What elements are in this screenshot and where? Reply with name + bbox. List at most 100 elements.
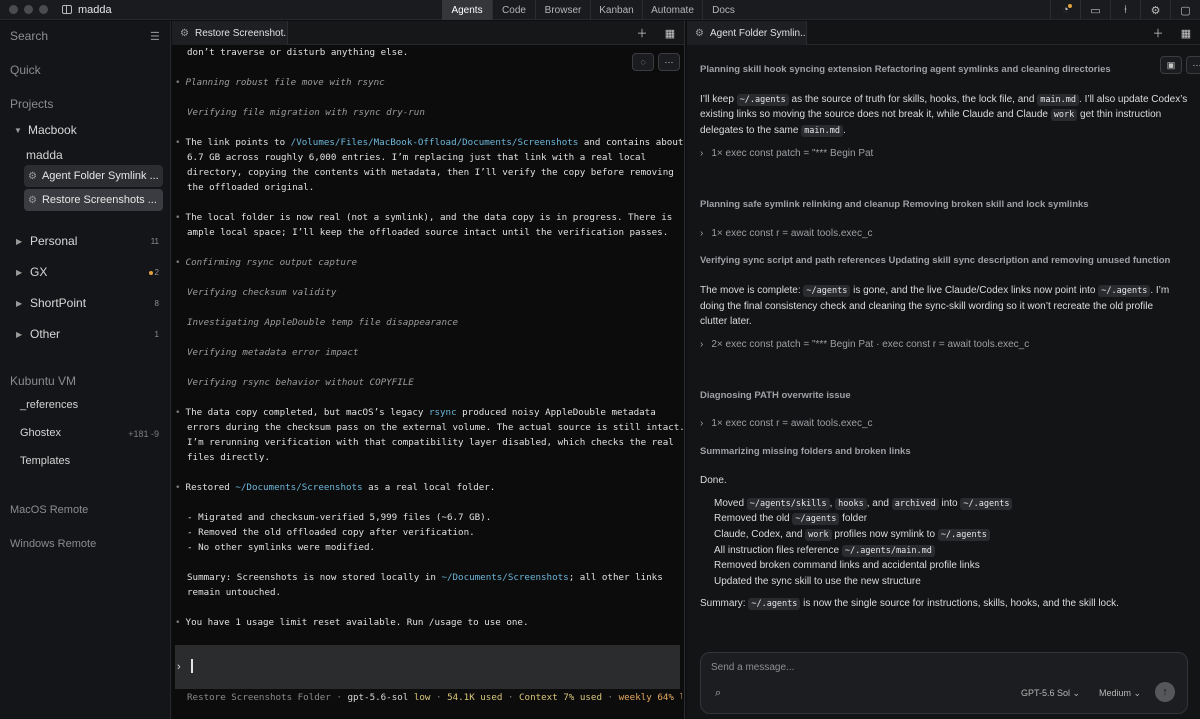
list-item: Moved ~/agents/skills, hooks, and archiv… <box>714 496 1013 512</box>
sidebar-item-ghostex[interactable]: Ghostex <box>20 427 61 439</box>
terminal-line: ample local space; I’ll keep the offload… <box>187 227 669 238</box>
terminal-line: 6.7 GB across roughly 6,000 entries. I’m… <box>187 152 647 163</box>
terminal-line: - Migrated and checksum-verified 5,999 f… <box>187 512 492 523</box>
tab-browser[interactable]: Browser <box>535 0 590 20</box>
main-nav: Agents Code Browser Kanban Automate Docs <box>442 0 744 20</box>
message-composer: Send a message... ⌕ GPT-5.6 Sol ⌄ Medium… <box>700 652 1188 714</box>
chevron-right-icon: › <box>700 148 704 159</box>
sidebar-item-macbook[interactable]: ▼ Macbook <box>14 123 77 137</box>
grid-icon[interactable]: ▦ <box>1172 21 1200 45</box>
sidebar-item-references[interactable]: _references <box>20 399 78 411</box>
chevron-right-icon: ▶ <box>16 236 23 246</box>
chevron-right-icon: ▶ <box>16 267 23 277</box>
terminal-line: • Confirming rsync output capture <box>175 257 358 268</box>
terminal-input[interactable]: › <box>175 645 680 689</box>
tab-agent-folder-symlink[interactable]: ⚙ Agent Folder Symlin... <box>687 21 807 45</box>
terminal-icon[interactable]: ▣ <box>1160 56 1182 74</box>
zoom-window-button[interactable] <box>39 5 48 14</box>
sidebar-item-windows-remote[interactable]: Windows Remote <box>10 538 96 550</box>
layout-icon[interactable]: ▢ <box>1170 0 1200 20</box>
sidebar-item-madda[interactable]: madda <box>26 148 63 162</box>
pin-icon[interactable]: ⍿ <box>1110 0 1140 20</box>
pane-header: ⚙ Restore Screenshot... ＋ ▦ <box>172 21 684 45</box>
sidebar-item-shortpoint[interactable]: ▶ ShortPoint <box>16 296 86 310</box>
thinking-heading: Diagnosing PATH overwrite issue <box>700 390 851 401</box>
terminal-line: don’t traverse or disturb anything else. <box>187 47 409 58</box>
more-icon[interactable]: ⋯ <box>1186 56 1200 74</box>
sidebar-item-gx[interactable]: ▶ GX <box>16 265 47 279</box>
summary-text: Summary: ~/.agents is now the single sou… <box>700 598 1119 610</box>
monitor-icon[interactable]: ▭ <box>1080 0 1110 20</box>
effort-select[interactable]: Medium ⌄ <box>1099 688 1141 699</box>
tokens-used: 54.1K used <box>447 692 503 703</box>
new-tab-icon[interactable]: ＋ <box>1144 21 1172 45</box>
tab-agents[interactable]: Agents <box>442 0 492 20</box>
tool-call-row[interactable]: › 2× exec const patch = "*** Begin Pat · … <box>700 337 1029 352</box>
tab-code[interactable]: Code <box>492 0 535 20</box>
sidebar-toggle-icon[interactable] <box>62 5 72 14</box>
gear-icon[interactable]: ⚙ <box>1140 0 1170 20</box>
send-button[interactable]: ↑ <box>1155 682 1175 702</box>
sidebar-item-macos-remote[interactable]: MacOS Remote <box>10 504 88 516</box>
sidebar-item-other[interactable]: ▶ Other <box>16 327 60 341</box>
tab-docs[interactable]: Docs <box>702 0 744 20</box>
terminal-line: • The link points to /Volumes/Files/MacBo… <box>175 137 684 148</box>
message-text: delegates to the same main.md. <box>700 125 846 137</box>
new-tab-icon[interactable]: ＋ <box>628 21 656 45</box>
session-name: Restore Screenshots Folder <box>187 692 331 703</box>
thinking-heading: Verifying sync script and path reference… <box>700 255 1171 266</box>
session-icon: ⚙ <box>695 27 704 39</box>
tab-restore-screenshots[interactable]: ⚙ Restore Screenshot... <box>172 21 288 45</box>
list-item: Removed broken command links and acciden… <box>714 560 980 571</box>
list-item: Removed the old ~/agents folder <box>714 513 868 525</box>
paperclip-icon[interactable]: ⌕ <box>715 687 721 700</box>
sidebar-item-personal[interactable]: ▶ Personal <box>16 234 77 248</box>
pane-actions: ＋ ▦ <box>628 21 684 45</box>
terminal-line: the offloaded original. <box>187 182 315 193</box>
text-cursor <box>191 659 193 673</box>
pane-header: ⚙ Agent Folder Symlin... ＋ ▦ <box>687 21 1200 45</box>
session-restore-screenshots[interactable]: ⚙ Restore Screenshots ... <box>24 189 163 211</box>
minimize-window-button[interactable] <box>24 5 33 14</box>
search-input[interactable]: Search <box>10 29 48 43</box>
terminal-line: • The local folder is now real (not a sym… <box>175 212 673 223</box>
window-controls <box>9 5 48 14</box>
message-text: I’ll keep ~/.agents as the source of tru… <box>700 94 1188 106</box>
close-window-button[interactable] <box>9 5 18 14</box>
count-badge: 8 <box>154 299 159 308</box>
more-icon[interactable]: ⋯ <box>658 53 680 71</box>
tab-automate[interactable]: Automate <box>642 0 702 20</box>
message-actions: ◌ ⋯ <box>632 53 680 71</box>
sidebar-item-quick[interactable]: Quick <box>10 63 41 77</box>
message-text: The move is complete: ~/agents is gone, … <box>700 285 1170 297</box>
session-agent-folder-symlink[interactable]: ⚙ Agent Folder Symlink ... <box>24 165 163 187</box>
tool-call-row[interactable]: › 1× exec const patch = "*** Begin Pat <box>700 146 873 161</box>
terminal-line: I’m rerunning verification with that com… <box>187 437 674 448</box>
chevron-right-icon: ▶ <box>16 329 23 339</box>
effort-level: low <box>413 692 431 703</box>
list-item: All instruction files reference ~/.agent… <box>714 543 935 559</box>
terminal-line: Verifying file migration with rsync dry-… <box>187 107 425 118</box>
grid-icon[interactable]: ▦ <box>656 21 684 45</box>
app-window: madda Agents Code Browser Kanban Automat… <box>0 0 1200 719</box>
tool-call-row[interactable]: › 1× exec const r = await tools.exec_c <box>700 416 873 431</box>
menu-icon[interactable]: ☰ <box>150 30 160 43</box>
model-select[interactable]: GPT-5.6 Sol ⌄ <box>1021 688 1080 699</box>
message-input[interactable]: Send a message... <box>711 662 794 673</box>
tool-call-row[interactable]: › 1× exec const r = await tools.exec_c <box>700 226 873 241</box>
chevron-down-icon: ▼ <box>14 125 22 135</box>
terminal-line: remain untouched. <box>187 587 282 598</box>
chevron-right-icon: › <box>700 418 704 429</box>
model-name: gpt-5.6-sol <box>347 692 409 703</box>
comment-icon[interactable]: ◌ <box>632 53 654 71</box>
projects-heading: Projects <box>10 97 54 111</box>
terminal-line: - No other symlinks were modified. <box>187 542 376 553</box>
diff-stat: +181 -9 <box>128 429 159 439</box>
usage-icon[interactable]: ◔ <box>1050 0 1080 20</box>
terminal-line: Investigating AppleDouble temp file disa… <box>187 317 459 328</box>
tab-kanban[interactable]: Kanban <box>590 0 642 20</box>
message-text: existing links so moving the source does… <box>700 109 1162 121</box>
weekly-usage: weekly 64% l… <box>618 692 682 703</box>
sidebar-item-templates[interactable]: Templates <box>20 455 70 467</box>
sidebar-item-kubuntu-vm[interactable]: Kubuntu VM <box>10 374 76 388</box>
